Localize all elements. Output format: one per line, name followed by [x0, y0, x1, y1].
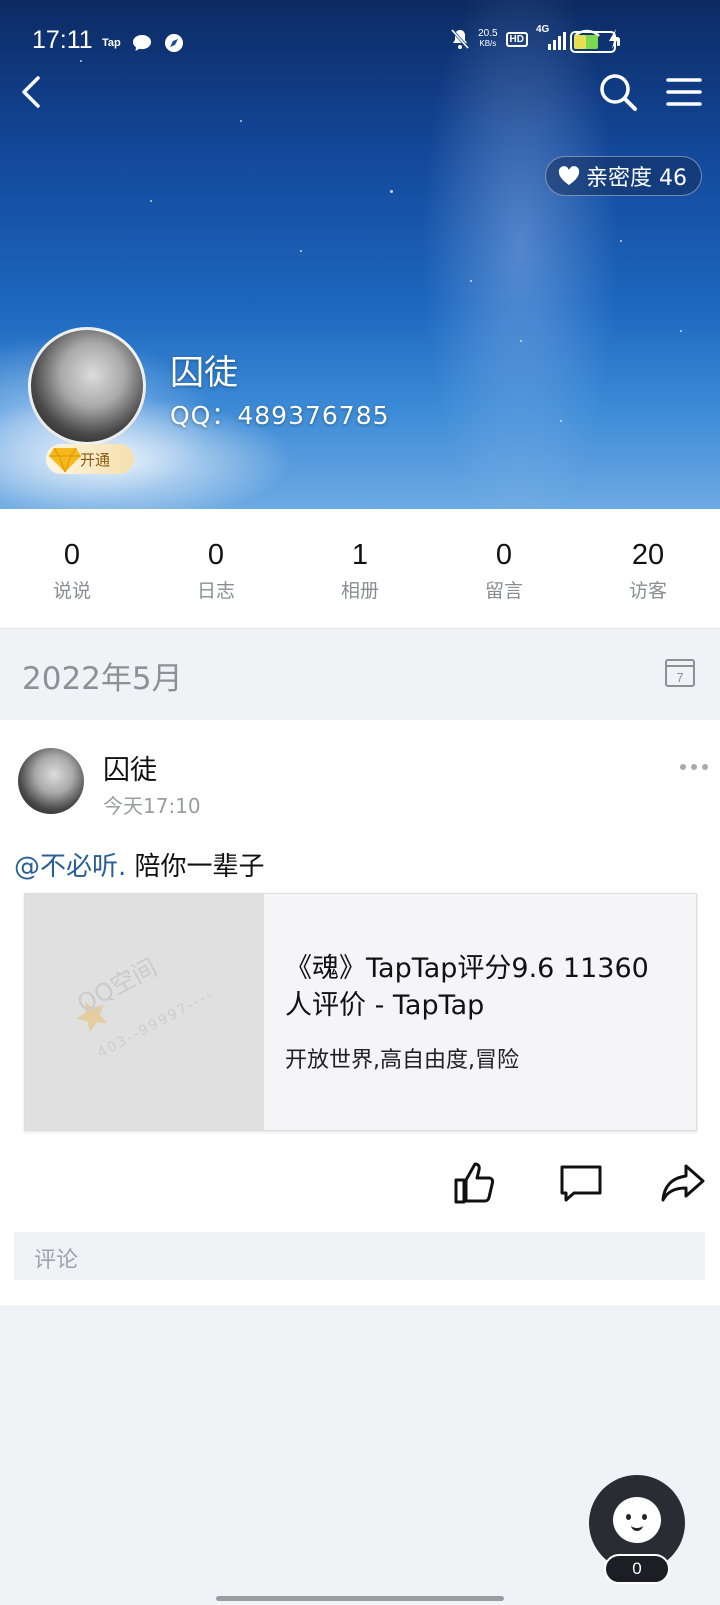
stat-label: 相册	[340, 580, 379, 602]
network-speed: 20.5 KB/s	[478, 29, 497, 49]
menu-icon[interactable]	[664, 72, 704, 112]
stat-blog[interactable]: 0 日志	[144, 509, 288, 628]
stat-value: 0	[207, 539, 225, 571]
stat-label: 日志	[196, 580, 235, 602]
speed-value: 20.5	[478, 28, 498, 39]
profile-name: 囚徒	[170, 353, 238, 393]
post-author-avatar[interactable]	[18, 748, 84, 814]
comment-icon[interactable]	[558, 1160, 604, 1206]
stat-label: 留言	[484, 580, 523, 602]
post-mention[interactable]: @不必听.	[14, 852, 126, 882]
intimacy-label: 亲密度 46	[586, 166, 687, 191]
calendar-icon[interactable]: 7	[664, 656, 696, 688]
link-description: 开放世界,高自由度,冒险	[285, 1048, 519, 1073]
stat-value: 1	[351, 539, 369, 571]
heart-icon	[558, 166, 580, 185]
tap-app-icon: Tap	[102, 37, 121, 49]
profile-avatar[interactable]	[28, 327, 146, 445]
home-indicator[interactable]	[216, 1596, 504, 1601]
stat-messages[interactable]: 0 留言	[432, 509, 576, 628]
hd-badge: HD	[505, 31, 528, 47]
status-time: 17:11	[32, 26, 93, 54]
month-label: 2022年5月	[22, 661, 183, 697]
stat-visitors[interactable]: 20 访客	[576, 509, 720, 628]
month-header: 2022年5月	[0, 630, 720, 719]
compass-icon	[164, 34, 183, 52]
thumbs-up-icon[interactable]	[452, 1160, 498, 1206]
post-time: 今天17:10	[103, 794, 201, 818]
mascot-face-icon	[613, 1497, 661, 1543]
stat-label: 访客	[628, 580, 667, 602]
mute-bell-icon	[450, 29, 470, 49]
share-icon[interactable]	[660, 1160, 706, 1206]
stat-label: 说说	[52, 580, 91, 602]
post-more-button[interactable]	[680, 764, 708, 770]
chat-bubble-icon	[132, 35, 151, 51]
signal-4g: 4G	[536, 24, 566, 50]
comment-input[interactable]: 评论	[14, 1232, 705, 1280]
status-bar: 17:11 Tap 20.5 KB/s HD 4G	[0, 0, 720, 80]
intimacy-badge[interactable]: 亲密度 46	[545, 156, 702, 196]
vip-label: 开通	[80, 450, 111, 469]
network-type: 4G	[536, 24, 550, 35]
stat-value: 20	[631, 539, 665, 571]
comment-placeholder: 评论	[34, 1248, 79, 1273]
diamond-icon	[49, 447, 81, 473]
speed-unit: KB/s	[479, 39, 497, 48]
stats-bar: 0 说说 0 日志 1 相册 0 留言 20 访客	[0, 509, 720, 629]
post-text: @不必听. 陪你一辈子	[14, 846, 265, 883]
link-title: 《魂》TapTap评分9.6 11360人评价 - TapTap	[285, 953, 649, 1021]
battery-icon	[570, 31, 620, 53]
post-body: 陪你一辈子	[126, 852, 265, 882]
search-icon[interactable]	[596, 70, 640, 114]
calendar-day: 7	[676, 670, 683, 685]
post-author-name[interactable]: 囚徒	[103, 748, 157, 787]
stat-album[interactable]: 1 相册	[288, 509, 432, 628]
back-button[interactable]	[14, 72, 50, 112]
stat-value: 0	[63, 539, 81, 571]
profile-qq-number: QQ：489376785	[170, 401, 390, 430]
stat-shuoshuo[interactable]: 0 说说	[0, 509, 144, 628]
thumbnail-watermark: QQ空间	[72, 953, 162, 1019]
link-thumbnail: QQ空间 403--99997----	[25, 894, 264, 1130]
vip-open-badge[interactable]: 开通	[46, 444, 134, 474]
shared-link-card[interactable]: QQ空间 403--99997---- 《魂》TapTap评分9.6 11360…	[24, 893, 697, 1131]
stat-value: 0	[495, 539, 513, 571]
mascot-count-badge: 0	[604, 1554, 670, 1584]
